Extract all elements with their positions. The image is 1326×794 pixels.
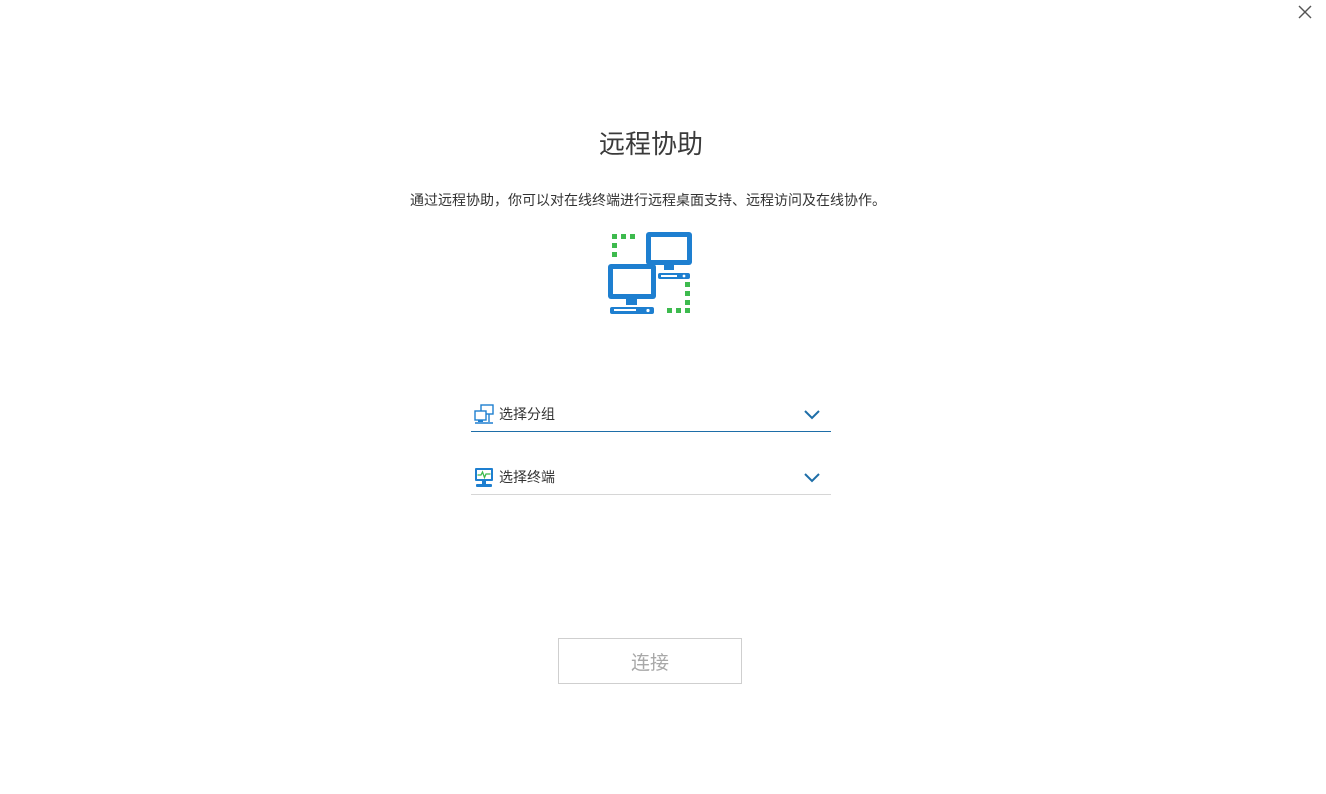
dialog-description: 通过远程协助，你可以对在线终端进行远程桌面支持、远程访问及在线协作。 bbox=[410, 193, 886, 209]
chevron-down-icon bbox=[804, 409, 820, 419]
terminal-select-label: 选择终端 bbox=[499, 469, 555, 486]
connect-button[interactable]: 连接 bbox=[558, 638, 742, 684]
close-button[interactable] bbox=[1296, 3, 1314, 21]
terminal-monitor-icon bbox=[475, 467, 493, 487]
group-select[interactable]: 选择分组 bbox=[471, 396, 831, 432]
group-select-label: 选择分组 bbox=[499, 406, 555, 423]
remote-assist-dialog: 远程协助 通过远程协助，你可以对在线终端进行远程桌面支持、远程访问及在线协作。 bbox=[0, 0, 1326, 794]
group-network-icon bbox=[474, 403, 494, 424]
remote-desktop-icon bbox=[608, 232, 692, 314]
chevron-down-icon bbox=[804, 472, 820, 482]
close-icon bbox=[1298, 5, 1312, 19]
dialog-title: 远程协助 bbox=[598, 130, 703, 160]
terminal-select[interactable]: 选择终端 bbox=[471, 459, 831, 495]
